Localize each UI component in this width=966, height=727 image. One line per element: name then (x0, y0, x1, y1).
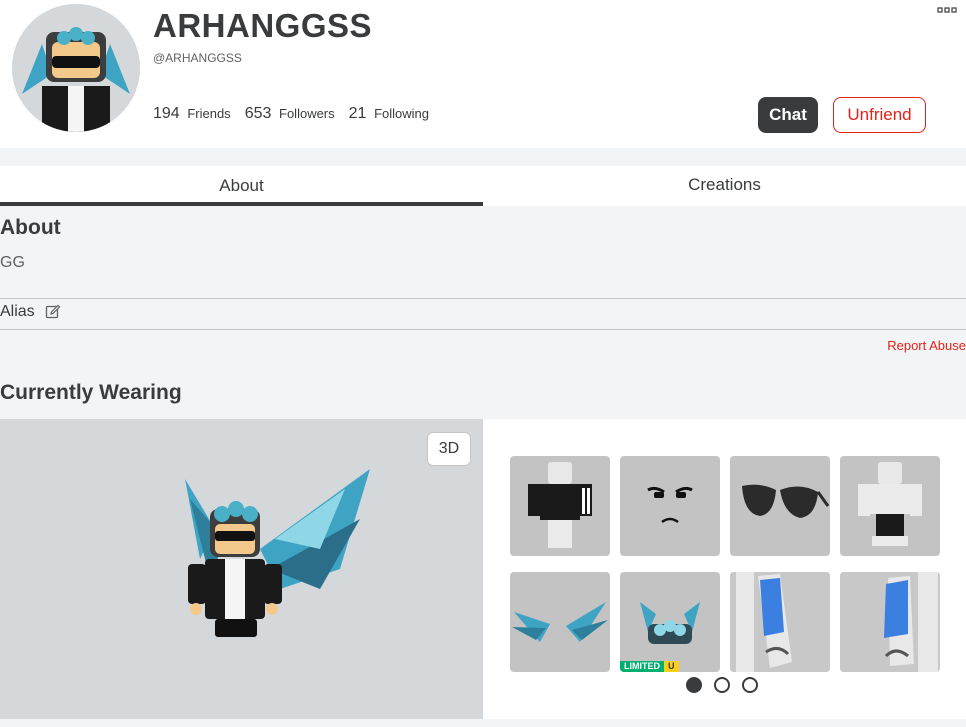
page-dot-1[interactable] (686, 677, 702, 693)
stat-friends-label: Friends (187, 106, 231, 121)
display-name: ARHANGGSS (153, 7, 373, 44)
profile-tabs: About Creations (0, 166, 966, 206)
item-crown[interactable]: LIMITED U (620, 572, 720, 672)
stat-followers-value: 653 (244, 105, 272, 122)
tab-about[interactable]: About (0, 166, 483, 206)
sunglasses-thumbnail (742, 484, 830, 518)
stat-following-label: Following (374, 106, 429, 121)
face-thumbnail (647, 486, 693, 524)
report-abuse-link[interactable]: Report Abuse (887, 338, 966, 353)
profile-header: ARHANGGSS @ARHANGGSS 194 Friends 653 Fol… (0, 0, 966, 148)
stat-followers-label: Followers (279, 106, 335, 121)
edit-icon[interactable] (45, 304, 61, 320)
item-sunglasses[interactable] (730, 456, 830, 556)
item-right-arm[interactable] (730, 572, 830, 672)
shirt-thumbnail (528, 462, 592, 548)
username: @ARHANGGSS (153, 51, 242, 65)
item-shirt[interactable] (510, 456, 610, 556)
stat-followers[interactable]: 653 Followers (245, 105, 335, 123)
more-options-icon[interactable] (937, 5, 957, 15)
alias-row: Alias (0, 303, 61, 321)
stat-following-value: 21 (348, 105, 367, 122)
about-description: GG (0, 254, 25, 271)
alias-label: Alias (0, 303, 35, 320)
profile-stats: 194 Friends 653 Followers 21 Following (153, 105, 429, 123)
currently-wearing-heading: Currently Wearing (0, 381, 182, 404)
unfriend-button[interactable]: Unfriend (833, 97, 926, 133)
wings-thumbnail (512, 602, 608, 642)
item-wings[interactable] (510, 572, 610, 672)
left-arm-thumbnail (840, 572, 940, 672)
stat-friends[interactable]: 194 Friends (153, 105, 231, 123)
stat-friends-value: 194 (153, 105, 180, 122)
limited-badge: LIMITED U (620, 661, 679, 672)
pagination-dots (686, 677, 758, 693)
avatar-viewer[interactable] (0, 419, 483, 719)
crown-thumbnail (640, 602, 700, 644)
divider (0, 329, 966, 330)
limited-label: LIMITED (620, 661, 664, 672)
chat-button[interactable]: Chat (758, 97, 818, 133)
divider (0, 298, 966, 299)
limited-u-label: U (664, 661, 679, 672)
profile-avatar[interactable] (12, 4, 140, 132)
page-dot-3[interactable] (742, 677, 758, 693)
right-arm-thumbnail (730, 572, 830, 672)
avatar-3d-render (185, 469, 370, 637)
item-left-arm[interactable] (840, 572, 940, 672)
stat-following[interactable]: 21 Following (349, 105, 429, 123)
item-face[interactable] (620, 456, 720, 556)
pants-thumbnail (858, 462, 922, 546)
tab-creations[interactable]: Creations (483, 166, 966, 206)
about-heading: About (0, 216, 61, 239)
page-dot-2[interactable] (714, 677, 730, 693)
3d-toggle-button[interactable]: 3D (427, 432, 471, 466)
item-pants[interactable] (840, 456, 940, 556)
